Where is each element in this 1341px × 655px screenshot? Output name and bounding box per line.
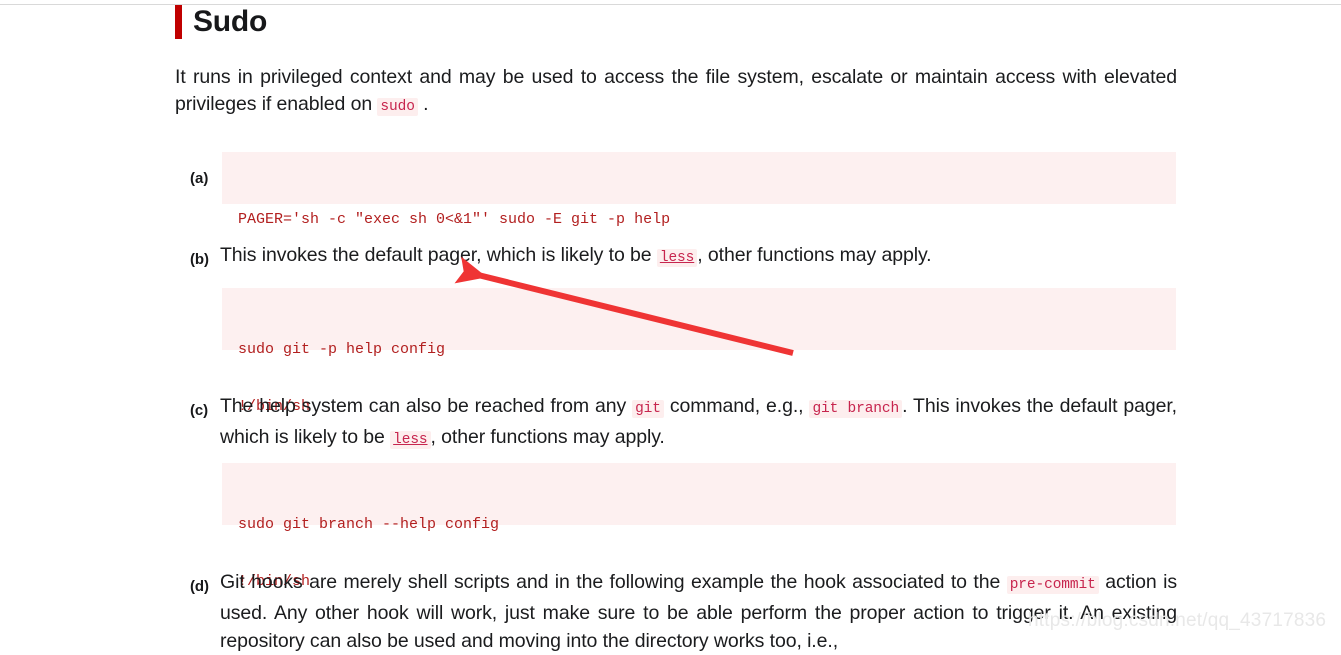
intro-text-after: . bbox=[417, 93, 429, 115]
code-line: sudo git branch --help config bbox=[238, 516, 500, 533]
code-block-a: PAGER='sh -c "exec sh 0<&1"' sudo -E git… bbox=[222, 152, 1176, 228]
item-c-text-2: command, e.g., bbox=[663, 395, 810, 417]
item-c-text-4: , other functions may apply. bbox=[430, 426, 665, 448]
inline-code-git: git bbox=[632, 400, 664, 418]
item-label-d: (d) bbox=[190, 578, 209, 595]
item-b-text-2: , other functions may apply. bbox=[697, 244, 932, 266]
code-block-b: sudo git -p help config !/bin/sh bbox=[222, 288, 1176, 415]
inline-code-sudo: sudo bbox=[377, 98, 418, 116]
item-body-b: This invokes the default pager, which is… bbox=[220, 241, 1177, 272]
code-block-c: sudo git branch --help config !/bin/sh bbox=[222, 463, 1176, 590]
watermark-text: https://blog.csdn.net/qq_43717836 bbox=[1028, 610, 1327, 631]
item-label-c: (c) bbox=[190, 402, 209, 419]
list-item-b: (b) This invokes the default pager, whic… bbox=[190, 241, 1177, 274]
page-heading: Sudo bbox=[175, 5, 267, 39]
inline-code-less[interactable]: less bbox=[656, 249, 698, 267]
inline-code-pre-commit: pre-commit bbox=[1006, 576, 1099, 594]
item-b-text-1: This invokes the default pager, which is… bbox=[220, 244, 657, 266]
code-line: PAGER='sh -c "exec sh 0<&1"' sudo -E git… bbox=[238, 211, 671, 228]
item-d-text-1: Git hooks are merely shell scripts and i… bbox=[220, 571, 1007, 593]
intro-paragraph: It runs in privileged context and may be… bbox=[175, 64, 1177, 121]
inline-code-git-branch: git branch bbox=[809, 400, 903, 418]
document-page: Sudo It runs in privileged context and m… bbox=[0, 0, 1341, 652]
page-title: Sudo bbox=[193, 5, 268, 38]
heading-accent-bar bbox=[175, 5, 182, 39]
inline-code-less[interactable]: less bbox=[390, 431, 431, 449]
intro-text-before: It runs in privileged context and may be… bbox=[175, 66, 1177, 115]
code-line: sudo git -p help config bbox=[238, 341, 446, 358]
list-item-c: (c) The help system can also be reached … bbox=[190, 392, 1177, 454]
item-c-text-1: The help system can also be reached from… bbox=[220, 395, 633, 417]
item-body-c: The help system can also be reached from… bbox=[220, 392, 1177, 454]
item-label-a: (a) bbox=[190, 170, 209, 187]
item-label-b: (b) bbox=[190, 251, 209, 268]
